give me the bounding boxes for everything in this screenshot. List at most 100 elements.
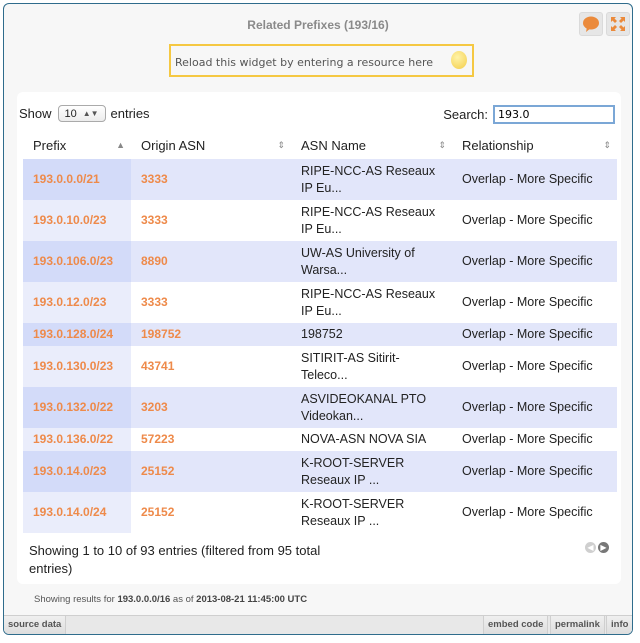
prefix-link[interactable]: 193.0.130.0/23 [23, 346, 131, 387]
as-of-label: as of [172, 594, 194, 605]
asn-name: NOVA-ASN NOVA SIA [291, 428, 452, 451]
asn-link[interactable]: 8890 [131, 241, 291, 282]
reload-resource-input[interactable]: Reload this widget by entering a resourc… [169, 44, 474, 77]
table-row: 193.0.10.0/23 3333 RIPE-NCC-AS Reseaux IP… [23, 200, 617, 241]
page-size-select[interactable]: 10 ▲▼ [57, 105, 106, 122]
expand-button[interactable] [606, 12, 630, 36]
results-label: Showing results for [34, 594, 115, 605]
comment-button[interactable] [579, 12, 603, 36]
asn-link[interactable]: 3333 [131, 282, 291, 323]
embed-code-button[interactable]: embed code [483, 616, 549, 634]
prefix-link[interactable]: 193.0.128.0/24 [23, 323, 131, 346]
asn-link[interactable]: 25152 [131, 492, 291, 533]
prefix-link[interactable]: 193.0.14.0/24 [23, 492, 131, 533]
asn-name-line: ASVIDEOKANAL PTO [301, 391, 427, 406]
asn-link[interactable]: 3203 [131, 387, 291, 428]
asn-link[interactable]: 57223 [131, 428, 291, 451]
asn-name: K-ROOT-SERVER Reseaux IP ... [291, 451, 452, 492]
widget: Related Prefixes (193/16) Reload this wi… [3, 3, 633, 635]
column-label: Relationship [462, 138, 534, 153]
asn-name: 198752 [291, 323, 452, 346]
results-info: Showing results for 193.0.0.0/16 as of 2… [34, 594, 307, 605]
asn-name-line: RIPE-NCC-AS Reseaux [301, 163, 436, 178]
asn-name-line: IP Eu... [301, 303, 342, 318]
widget-footer: source data embed code permalink info [4, 615, 632, 634]
relationship: Overlap - More Specific [452, 428, 617, 451]
asn-name: SITIRIT-AS Sitirit- Teleco... [291, 346, 452, 387]
results-timestamp: 2013-08-21 11:45:00 UTC [196, 594, 308, 605]
table-row: 193.0.106.0/23 8890 UW-AS University of W… [23, 241, 617, 282]
permalink-button[interactable]: permalink [550, 616, 605, 634]
asn-name-line: IP Eu... [301, 221, 342, 236]
table-row: 193.0.12.0/23 3333 RIPE-NCC-AS Reseaux IP… [23, 282, 617, 323]
source-data-button[interactable]: source data [4, 616, 67, 634]
asn-link[interactable]: 3333 [131, 159, 291, 200]
search-label: Search: [443, 107, 488, 122]
prefix-link[interactable]: 193.0.14.0/23 [23, 451, 131, 492]
sort-ascending-icon: ▲ [116, 140, 125, 150]
table-header-row: Prefix ▲ Origin ASN ⇕ ASN Name ⇕ Relatio… [23, 132, 617, 159]
entries-label: entries [110, 106, 150, 121]
relationship: Overlap - More Specific [452, 492, 617, 533]
globe-icon[interactable] [451, 51, 467, 69]
widget-title: Related Prefixes (193/16) [247, 18, 389, 32]
search-control: Search: [443, 105, 615, 124]
prefix-link[interactable]: 193.0.10.0/23 [23, 200, 131, 241]
table-row: 193.0.128.0/24 198752 198752 Overlap - M… [23, 323, 617, 346]
sort-both-icon: ⇕ [438, 140, 446, 150]
asn-name: RIPE-NCC-AS Reseaux IP Eu... [291, 159, 452, 200]
results-resource: 193.0.0.0/16 [117, 594, 171, 605]
asn-name-line: Teleco... [301, 367, 348, 382]
asn-name-line: SITIRIT-AS Sitirit- [301, 350, 400, 365]
prefix-link[interactable]: 193.0.136.0/22 [23, 428, 131, 451]
asn-name: ASVIDEOKANAL PTO Videokan... [291, 387, 452, 428]
next-page-icon[interactable]: ▶ [598, 542, 609, 553]
asn-name-line: Reseaux IP ... [301, 513, 380, 528]
asn-name-line: Reseaux IP ... [301, 472, 380, 487]
speech-bubble-icon [583, 16, 599, 32]
asn-name-line: 198752 [301, 327, 343, 341]
relationship: Overlap - More Specific [452, 241, 617, 282]
asn-name-line: K-ROOT-SERVER [301, 455, 405, 470]
asn-name-line: RIPE-NCC-AS Reseaux [301, 204, 436, 219]
sort-both-icon: ⇕ [603, 140, 611, 150]
asn-link[interactable]: 198752 [131, 323, 291, 346]
select-arrows-icon: ▲▼ [82, 109, 99, 118]
column-header-origin-asn[interactable]: Origin ASN ⇕ [131, 132, 291, 159]
prefix-link[interactable]: 193.0.132.0/22 [23, 387, 131, 428]
column-header-asn-name[interactable]: ASN Name ⇕ [291, 132, 452, 159]
asn-name-line: K-ROOT-SERVER [301, 496, 405, 511]
sort-both-icon: ⇕ [277, 140, 285, 150]
asn-name-line: RIPE-NCC-AS Reseaux [301, 286, 436, 301]
relationship: Overlap - More Specific [452, 346, 617, 387]
relationship: Overlap - More Specific [452, 323, 617, 346]
asn-link[interactable]: 43741 [131, 346, 291, 387]
column-header-relationship[interactable]: Relationship ⇕ [452, 132, 617, 159]
search-input[interactable] [493, 105, 615, 124]
asn-name: K-ROOT-SERVER Reseaux IP ... [291, 492, 452, 533]
table-row: 193.0.0.0/21 3333 RIPE-NCC-AS Reseaux IP … [23, 159, 617, 200]
pagination-controls: ◀ ▶ [585, 542, 609, 553]
asn-name: RIPE-NCC-AS Reseaux IP Eu... [291, 282, 452, 323]
previous-page-icon[interactable]: ◀ [585, 542, 596, 553]
pagination-info: Showing 1 to 10 of 93 entries (filtered … [29, 543, 321, 576]
reload-placeholder: Reload this widget by entering a resourc… [175, 56, 434, 69]
table-row: 193.0.130.0/23 43741 SITIRIT-AS Sitirit-… [23, 346, 617, 387]
asn-name-line: Warsa... [301, 262, 348, 277]
table-row: 193.0.14.0/24 25152 K-ROOT-SERVER Reseaux… [23, 492, 617, 533]
prefix-link[interactable]: 193.0.12.0/23 [23, 282, 131, 323]
relationship: Overlap - More Specific [452, 159, 617, 200]
show-label: Show [19, 106, 52, 121]
table-row: 193.0.136.0/22 57223 NOVA-ASN NOVA SIA O… [23, 428, 617, 451]
asn-link[interactable]: 25152 [131, 451, 291, 492]
asn-name-line: UW-AS University of [301, 245, 415, 260]
asn-name: UW-AS University of Warsa... [291, 241, 452, 282]
prefix-link[interactable]: 193.0.106.0/23 [23, 241, 131, 282]
asn-link[interactable]: 3333 [131, 200, 291, 241]
info-button[interactable]: info [606, 616, 632, 634]
column-label: Origin ASN [141, 138, 206, 153]
column-header-prefix[interactable]: Prefix ▲ [23, 132, 131, 159]
asn-name-line: NOVA-ASN NOVA SIA [301, 432, 427, 446]
page-size-control: Show 10 ▲▼ entries [19, 105, 150, 122]
prefix-link[interactable]: 193.0.0.0/21 [23, 159, 131, 200]
